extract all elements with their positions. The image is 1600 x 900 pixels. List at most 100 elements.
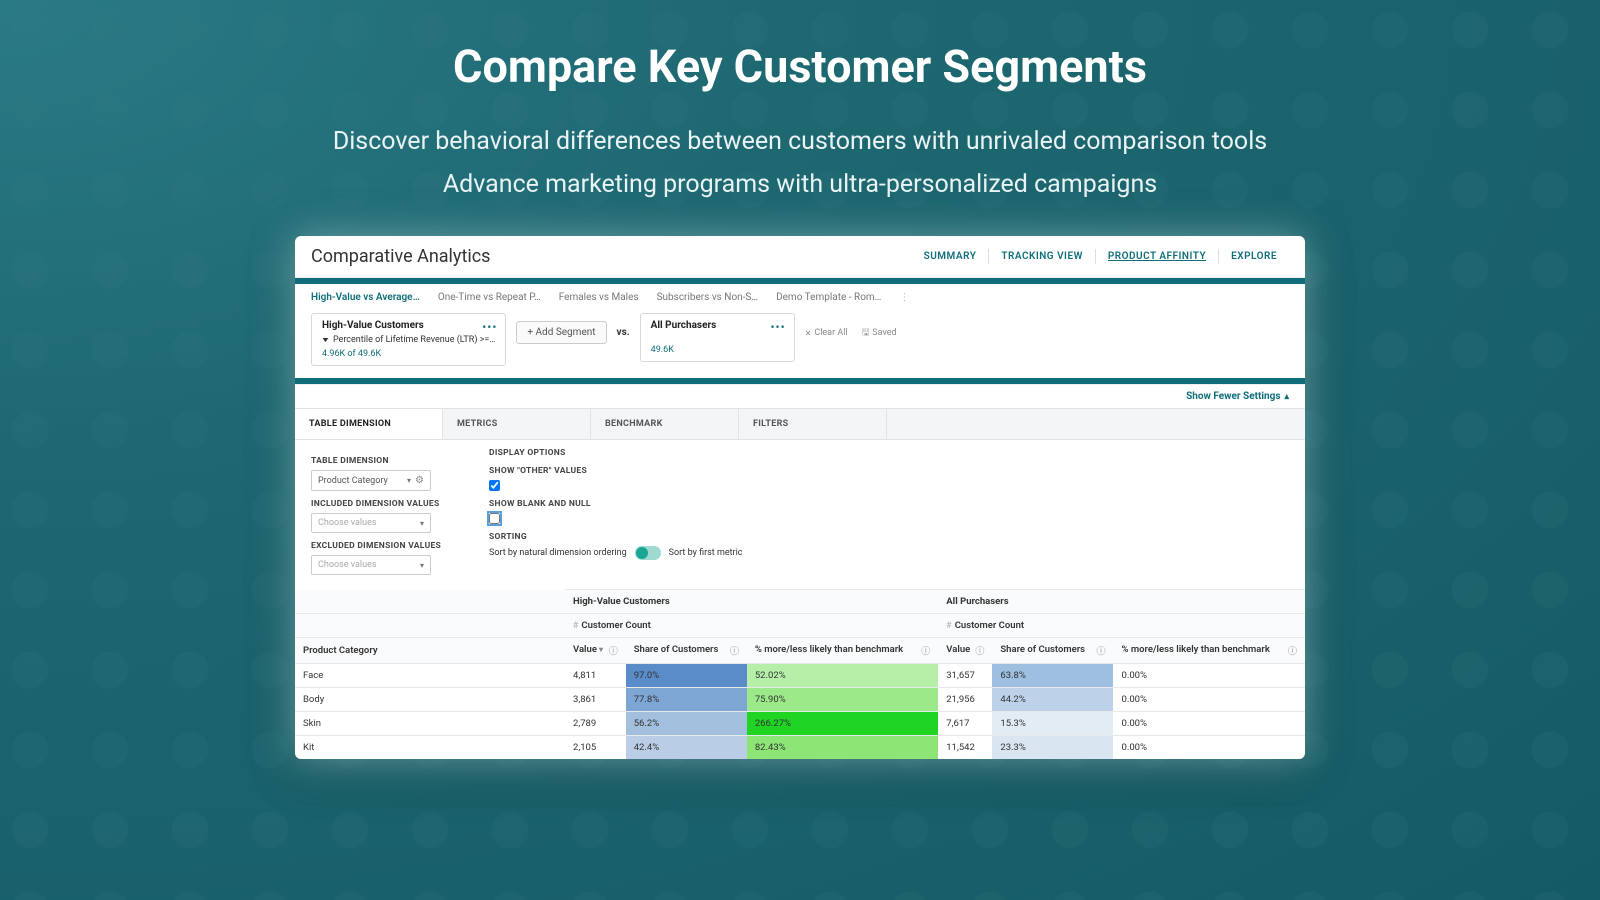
col-diff-b[interactable]: % more/less likely than benchmarkⓘ bbox=[1113, 638, 1305, 664]
col-category[interactable]: Product Category bbox=[295, 638, 565, 664]
template-tab-demo[interactable]: Demo Template - Rom… bbox=[776, 292, 881, 303]
col-share-b[interactable]: Share of Customersⓘ bbox=[992, 638, 1113, 664]
settings-tab-benchmark[interactable]: BENCHMARK bbox=[591, 409, 739, 439]
settings-tab-metrics[interactable]: METRICS bbox=[443, 409, 591, 439]
info-icon[interactable]: ⓘ bbox=[1096, 644, 1105, 657]
cell-value-b: 31,657 bbox=[938, 664, 992, 688]
clear-all-button[interactable]: Clear All bbox=[805, 325, 848, 341]
chevron-down-icon: ▾ bbox=[420, 561, 424, 570]
segment-b-title: All Purchasers bbox=[651, 320, 784, 331]
nav-summary[interactable]: SUMMARY bbox=[912, 249, 989, 264]
segment-card-b[interactable]: All Purchasers ••• 49.6K bbox=[640, 313, 795, 362]
cell-diff-b: 0.00% bbox=[1113, 712, 1305, 736]
show-blank-checkbox[interactable] bbox=[489, 513, 500, 524]
col-value-a[interactable]: Valueⓘ bbox=[565, 638, 626, 664]
cell-value-b: 7,617 bbox=[938, 712, 992, 736]
template-tab-subscribers[interactable]: Subscribers vs Non-S… bbox=[657, 292, 758, 303]
nav-product-affinity[interactable]: PRODUCT AFFINITY bbox=[1095, 249, 1218, 264]
hero-title: Compare Key Customer Segments bbox=[20, 40, 1580, 93]
cell-share-a: 56.2% bbox=[626, 712, 747, 736]
label-included-values: INCLUDED DIMENSION VALUES bbox=[311, 499, 461, 509]
page-title: Comparative Analytics bbox=[311, 246, 490, 267]
info-icon[interactable]: ⓘ bbox=[975, 644, 984, 657]
save-icon bbox=[862, 325, 870, 341]
cell-category: Skin bbox=[295, 712, 565, 736]
segment-b-count: 49.6K bbox=[651, 345, 784, 355]
show-fewer-settings-toggle[interactable]: Show Fewer Settings bbox=[1186, 391, 1289, 402]
nav-explore[interactable]: EXPLORE bbox=[1218, 249, 1289, 264]
included-values-select[interactable]: Choose values▾ bbox=[311, 513, 431, 533]
table-row: Kit2,10542.4%82.43%11,54223.3%0.00% bbox=[295, 736, 1305, 760]
cell-share-b: 15.3% bbox=[992, 712, 1113, 736]
segment-a-title: High-Value Customers bbox=[322, 320, 495, 331]
cell-value-a: 2,789 bbox=[565, 712, 626, 736]
sorting-toggle[interactable] bbox=[635, 546, 661, 560]
vs-label: vs. bbox=[617, 327, 630, 338]
col-share-a[interactable]: Share of Customersⓘ bbox=[626, 638, 747, 664]
table-dimension-select[interactable]: Product Category ▾ bbox=[311, 470, 431, 491]
label-table-dimension: TABLE DIMENSION bbox=[311, 456, 461, 466]
cell-share-b: 63.8% bbox=[992, 664, 1113, 688]
col-diff-a[interactable]: % more/less likely than benchmarkⓘ bbox=[747, 638, 938, 664]
template-tabs: High-Value vs Average… One-Time vs Repea… bbox=[295, 284, 1305, 307]
cell-share-a: 42.4% bbox=[626, 736, 747, 760]
template-tab-high-value[interactable]: High-Value vs Average… bbox=[311, 292, 420, 303]
add-segment-button[interactable]: + Add Segment bbox=[516, 321, 606, 344]
view-nav: SUMMARY TRACKING VIEW PRODUCT AFFINITY E… bbox=[912, 249, 1289, 264]
cell-value-a: 4,811 bbox=[565, 664, 626, 688]
cell-diff-a: 82.43% bbox=[747, 736, 938, 760]
cell-share-b: 23.3% bbox=[992, 736, 1113, 760]
info-icon[interactable]: ⓘ bbox=[609, 644, 618, 657]
label-display-options: DISPLAY OPTIONS bbox=[489, 448, 743, 458]
cell-value-b: 21,956 bbox=[938, 688, 992, 712]
cell-diff-a: 52.02% bbox=[747, 664, 938, 688]
col-sub-count-a: Customer Count bbox=[565, 614, 938, 638]
close-icon bbox=[805, 329, 812, 338]
filter-icon bbox=[322, 335, 329, 345]
cell-diff-a: 75.90% bbox=[747, 688, 938, 712]
chevron-down-icon: ▾ bbox=[407, 476, 411, 485]
segment-a-count: 4.96K of 49.6K bbox=[322, 349, 495, 359]
label-show-blank: SHOW BLANK AND NULL bbox=[489, 499, 743, 509]
cell-diff-b: 0.00% bbox=[1113, 664, 1305, 688]
info-icon[interactable]: ⓘ bbox=[1288, 644, 1297, 657]
sort-metric-label: Sort by first metric bbox=[669, 548, 743, 558]
cell-diff-b: 0.00% bbox=[1113, 736, 1305, 760]
chevron-up-icon bbox=[1284, 392, 1289, 402]
cell-value-b: 11,542 bbox=[938, 736, 992, 760]
segment-b-menu-icon[interactable]: ••• bbox=[771, 320, 786, 334]
excluded-values-select[interactable]: Choose values▾ bbox=[311, 555, 431, 575]
cell-diff-a: 266.27% bbox=[747, 712, 938, 736]
hero-line-1: Discover behavioral differences between … bbox=[20, 121, 1580, 164]
info-icon[interactable]: ⓘ bbox=[921, 644, 930, 657]
table-row: Skin2,78956.2%266.27%7,61715.3%0.00% bbox=[295, 712, 1305, 736]
affinity-table: High-Value Customers All Purchasers Cust… bbox=[295, 589, 1305, 759]
segment-a-menu-icon[interactable]: ••• bbox=[482, 320, 497, 334]
cell-value-a: 2,105 bbox=[565, 736, 626, 760]
cell-category: Kit bbox=[295, 736, 565, 760]
cell-share-a: 97.0% bbox=[626, 664, 747, 688]
col-group-b: All Purchasers bbox=[938, 590, 1305, 614]
info-icon[interactable]: ⓘ bbox=[730, 644, 739, 657]
cell-share-a: 77.8% bbox=[626, 688, 747, 712]
hero-line-2: Advance marketing programs with ultra-pe… bbox=[20, 164, 1580, 207]
app-window: Comparative Analytics SUMMARY TRACKING V… bbox=[295, 236, 1305, 759]
nav-tracking-view[interactable]: TRACKING VIEW bbox=[988, 249, 1095, 264]
gear-icon[interactable] bbox=[415, 475, 424, 486]
label-excluded-values: EXCLUDED DIMENSION VALUES bbox=[311, 541, 461, 551]
template-tab-gender[interactable]: Females vs Males bbox=[559, 292, 639, 303]
show-other-checkbox[interactable] bbox=[489, 480, 500, 491]
chevron-down-icon: ▾ bbox=[420, 519, 424, 528]
saved-indicator[interactable]: Saved bbox=[862, 325, 897, 341]
cell-value-a: 3,861 bbox=[565, 688, 626, 712]
col-value-b[interactable]: Valueⓘ bbox=[938, 638, 992, 664]
cell-share-b: 44.2% bbox=[992, 688, 1113, 712]
label-sorting: SORTING bbox=[489, 532, 743, 542]
table-row: Face4,81197.0%52.02%31,65763.8%0.00% bbox=[295, 664, 1305, 688]
segment-card-a[interactable]: High-Value Customers ••• Percentile of L… bbox=[311, 313, 506, 366]
settings-tab-filters[interactable]: FILTERS bbox=[739, 409, 887, 439]
template-tab-repeat[interactable]: One-Time vs Repeat P… bbox=[438, 292, 541, 303]
template-overflow-icon[interactable]: ⋮ bbox=[899, 292, 909, 303]
settings-tab-dimension[interactable]: TABLE DIMENSION bbox=[295, 409, 443, 439]
cell-category: Face bbox=[295, 664, 565, 688]
